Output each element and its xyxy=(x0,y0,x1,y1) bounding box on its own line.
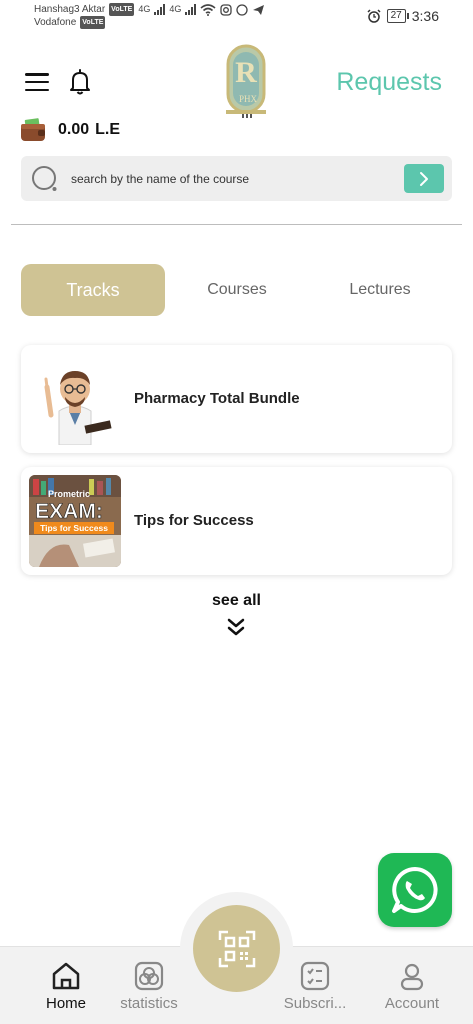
network-type: 4G xyxy=(138,4,151,14)
card-title: Pharmacy Total Bundle xyxy=(134,390,300,407)
nav-account[interactable]: Account xyxy=(367,960,457,1012)
wifi-icon xyxy=(200,3,216,16)
status-bar-left: Hanshag3 Aktar VoLTE 4G 4G Vodafone VoLT… xyxy=(34,3,265,29)
carrier-1: Hanshag3 Aktar xyxy=(34,4,106,15)
svg-text:PHX: PHX xyxy=(239,94,258,104)
bell-icon[interactable] xyxy=(68,68,92,96)
search-icon xyxy=(32,166,57,191)
account-icon xyxy=(400,963,424,991)
balance-currency: L.E xyxy=(95,121,121,138)
status-bar: Hanshag3 Aktar VoLTE 4G 4G Vodafone VoLT… xyxy=(0,0,473,34)
whatsapp-button[interactable] xyxy=(378,853,452,927)
app-logo: R PHX xyxy=(226,44,266,118)
thumb-text-prometric: Prometric xyxy=(48,489,90,499)
track-card-tips-for-success[interactable]: Prometric EXAM: Tips for Success Tips fo… xyxy=(21,467,452,575)
wallet-balance: 0.00 L.E xyxy=(20,118,120,142)
nav-statistics-label: statistics xyxy=(120,995,178,1012)
nav-home[interactable]: Home xyxy=(21,960,111,1012)
svg-text:R: R xyxy=(235,56,257,89)
pharmacist-thumbnail xyxy=(29,353,121,445)
volte-badge: VoLTE xyxy=(109,3,135,16)
statistics-icon xyxy=(134,961,164,991)
instagram-icon xyxy=(220,3,232,16)
clock: 3:36 xyxy=(411,8,439,24)
whatsapp-icon xyxy=(392,867,438,913)
signal-icon-2 xyxy=(185,4,197,15)
tab-lectures[interactable]: Lectures xyxy=(308,264,452,316)
wallet-icon xyxy=(21,118,45,141)
qr-scan-button[interactable] xyxy=(193,905,280,992)
prometric-exam-thumbnail: Prometric EXAM: Tips for Success xyxy=(29,475,121,567)
volte-badge-2: VoLTE xyxy=(80,16,106,29)
signal-indicators: 4G 4G xyxy=(138,3,265,16)
alarm-icon xyxy=(367,9,381,23)
network-type-2: 4G xyxy=(169,4,182,14)
tab-courses[interactable]: Courses xyxy=(165,264,309,316)
whatsapp-status-icon xyxy=(236,3,248,16)
battery-icon: 27 xyxy=(386,9,409,23)
balance-text: 0.00 L.E xyxy=(58,121,120,139)
search-submit-button[interactable] xyxy=(404,164,444,193)
thumb-text-tips: Tips for Success xyxy=(40,523,108,533)
subscriptions-icon xyxy=(300,961,330,991)
nav-subscriptions-label: Subscri... xyxy=(283,995,347,1012)
card-title: Tips for Success xyxy=(134,512,254,529)
home-icon xyxy=(52,962,80,990)
status-bar-right: 27 3:36 xyxy=(367,8,439,24)
qr-code-icon xyxy=(218,930,255,967)
menu-icon[interactable] xyxy=(25,73,49,91)
nav-subscriptions[interactable]: Subscri... xyxy=(270,960,360,1012)
nav-statistics[interactable]: statistics xyxy=(104,960,194,1012)
telegram-icon xyxy=(253,4,265,15)
chevron-right-icon xyxy=(420,171,428,186)
tab-tracks[interactable]: Tracks xyxy=(21,264,165,316)
search-input[interactable] xyxy=(71,169,391,189)
search-bar xyxy=(21,156,452,201)
double-chevron-down-icon[interactable] xyxy=(227,617,245,637)
nav-home-label: Home xyxy=(45,995,86,1012)
balance-amount: 0.00 xyxy=(58,121,90,138)
track-card-pharmacy-bundle[interactable]: Pharmacy Total Bundle xyxy=(21,345,452,453)
requests-link[interactable]: Requests xyxy=(336,68,442,97)
signal-icon xyxy=(154,4,166,15)
thumb-text-exam: EXAM: xyxy=(35,500,103,523)
nav-account-label: Account xyxy=(384,995,440,1012)
see-all-link[interactable]: see all xyxy=(0,592,473,610)
carrier-2: Vodafone xyxy=(34,17,77,28)
divider xyxy=(11,224,462,225)
